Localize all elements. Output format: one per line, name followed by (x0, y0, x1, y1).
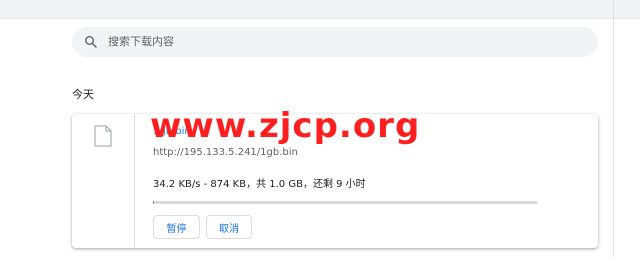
file-icon (94, 125, 112, 147)
date-section-label: 今天 (72, 88, 94, 101)
search-input[interactable] (108, 36, 568, 48)
file-name-link[interactable]: 1gb.bin (153, 126, 191, 137)
file-url: http://195.133.5.241/1gb.bin (153, 147, 298, 158)
download-item-card: 1gb.bin http://195.133.5.241/1gb.bin 34.… (72, 114, 598, 248)
scrollbar-divider (613, 0, 614, 257)
downloads-page: 今天 1gb.bin http://195.133.5.241/1gb.bin … (0, 0, 640, 257)
search-icon (84, 35, 98, 49)
pause-button[interactable]: 暂停 (153, 215, 200, 239)
search-bar[interactable] (72, 27, 598, 57)
card-divider (134, 114, 135, 248)
cancel-button[interactable]: 取消 (206, 215, 252, 239)
top-toolbar-strip (0, 0, 640, 19)
progress-bar (153, 201, 538, 204)
download-status-text: 34.2 KB/s - 874 KB，共 1.0 GB，还剩 9 小时 (153, 179, 366, 190)
